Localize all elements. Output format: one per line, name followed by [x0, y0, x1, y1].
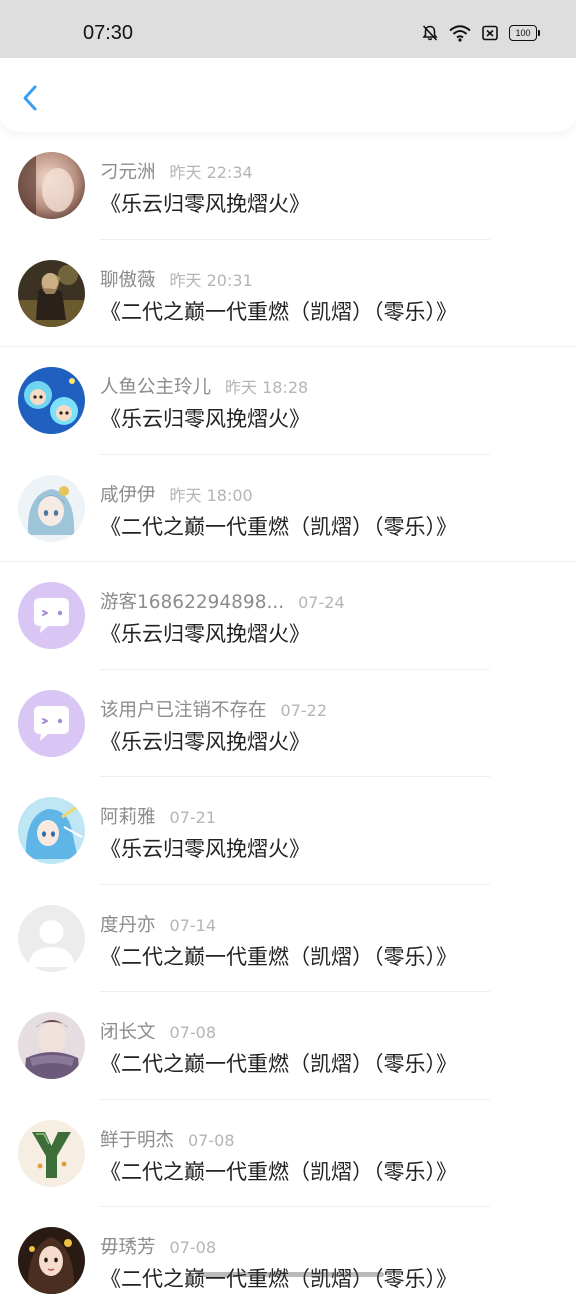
message-subject: 《二代之巅一代重燃（凯熠）（零乐）》 — [100, 1267, 457, 1291]
sender-name: 度丹亦 — [100, 914, 156, 936]
list-item[interactable]: 该用户已注销不存在 07-22 《乐云归零风挽熠火》 — [0, 670, 576, 777]
list-item[interactable]: 聊傲薇 昨天 20:31 《二代之巅一代重燃（凯熠）（零乐）》 — [0, 240, 576, 347]
list-item[interactable]: 闭长文 07-08 《二代之巅一代重燃（凯熠）（零乐）》 — [0, 992, 576, 1100]
chat-bubble-icon — [18, 582, 85, 649]
list-item[interactable]: 毋琇芳 07-08 《二代之巅一代重燃（凯熠）（零乐）》 — [0, 1207, 576, 1315]
status-icons: 100 — [421, 24, 540, 42]
back-button[interactable] — [16, 80, 46, 116]
message-subject: 《乐云归零风挽熠火》 — [100, 192, 310, 216]
avatar[interactable] — [18, 367, 85, 434]
message-subject: 《乐云归零风挽熠火》 — [100, 622, 310, 646]
message-subject: 《二代之巅一代重燃（凯熠）（零乐）》 — [100, 514, 457, 539]
message-subject: 《乐云归零风挽熠火》 — [100, 837, 310, 861]
list-item[interactable]: 鲜于明杰 07-08 《二代之巅一代重燃（凯熠）（零乐）》 — [0, 1100, 576, 1207]
message-time: 07-08 — [169, 1023, 217, 1042]
sender-name: 聊傲薇 — [100, 269, 156, 291]
avatar[interactable] — [18, 474, 85, 542]
message-subject: 《乐云归零风挽熠火》 — [100, 729, 310, 754]
message-subject: 《乐云归零风挽熠火》 — [100, 407, 310, 431]
user-placeholder-icon — [18, 904, 85, 972]
sender-name: 该用户已注销不存在 — [100, 699, 267, 721]
header — [0, 58, 576, 132]
list-item[interactable]: 游客16862294898... 07-24 《乐云归零风挽熠火》 — [0, 562, 576, 670]
chat-bubble-icon — [18, 689, 85, 757]
avatar[interactable] — [18, 1227, 85, 1294]
message-time: 昨天 18:28 — [225, 378, 309, 397]
home-indicator[interactable] — [196, 1272, 384, 1277]
message-time: 07-08 — [188, 1130, 235, 1150]
bell-muted-icon — [421, 24, 439, 42]
message-time: 昨天 20:31 — [169, 270, 253, 290]
avatar[interactable] — [18, 1012, 85, 1079]
message-time: 昨天 22:34 — [169, 163, 253, 182]
sender-name: 人鱼公主玲儿 — [100, 377, 212, 398]
status-time: 07:30 — [83, 22, 134, 44]
avatar[interactable] — [18, 904, 85, 972]
battery-level: 100 — [509, 25, 537, 41]
avatar[interactable] — [18, 152, 85, 219]
chevron-left-icon — [23, 85, 37, 111]
list-item[interactable]: 人鱼公主玲儿 昨天 18:28 《乐云归零风挽熠火》 — [0, 347, 576, 455]
avatar[interactable] — [18, 689, 85, 757]
message-subject: 《二代之巅一代重燃（凯熠）（零乐）》 — [100, 1052, 457, 1076]
list-item[interactable]: 度丹亦 07-14 《二代之巅一代重燃（凯熠）（零乐）》 — [0, 885, 576, 992]
message-subject: 《二代之巅一代重燃（凯熠）（零乐）》 — [100, 1159, 457, 1184]
message-time: 07-14 — [169, 915, 217, 935]
sender-name: 游客16862294898... — [100, 592, 285, 613]
list-item[interactable]: 咸伊伊 昨天 18:00 《二代之巅一代重燃（凯熠）（零乐）》 — [0, 455, 576, 562]
sender-name: 咸伊伊 — [100, 484, 156, 506]
battery-icon: 100 — [509, 25, 540, 41]
status-bar: 07:30 100 — [0, 0, 576, 58]
wifi-icon — [449, 24, 471, 42]
message-list: 刁元洲 昨天 22:34 《乐云归零风挽熠火》 聊傲薇 昨天 20:31 《二代之巅… — [0, 132, 576, 1315]
avatar[interactable] — [18, 259, 85, 327]
list-item[interactable]: 阿莉雅 07-21 《乐云归零风挽熠火》 — [0, 777, 576, 885]
sender-name: 闭长文 — [100, 1022, 156, 1043]
message-time: 07-24 — [298, 593, 345, 612]
message-time: 07-08 — [169, 1238, 217, 1257]
message-time: 07-22 — [280, 700, 328, 720]
sender-name: 刁元洲 — [100, 162, 156, 183]
avatar[interactable] — [18, 582, 85, 649]
sim-disabled-icon — [481, 24, 499, 42]
message-subject: 《二代之巅一代重燃（凯熠）（零乐）》 — [100, 944, 457, 969]
message-time: 07-21 — [169, 808, 217, 827]
sender-name: 鲜于明杰 — [100, 1129, 175, 1151]
message-time: 昨天 18:00 — [169, 485, 253, 505]
sender-name: 毋琇芳 — [100, 1237, 156, 1258]
list-item[interactable]: 刁元洲 昨天 22:34 《乐云归零风挽熠火》 — [0, 132, 576, 240]
avatar[interactable] — [18, 1119, 85, 1187]
sender-name: 阿莉雅 — [100, 807, 156, 828]
avatar[interactable] — [18, 797, 85, 864]
message-subject: 《二代之巅一代重燃（凯熠）（零乐）》 — [100, 299, 457, 324]
